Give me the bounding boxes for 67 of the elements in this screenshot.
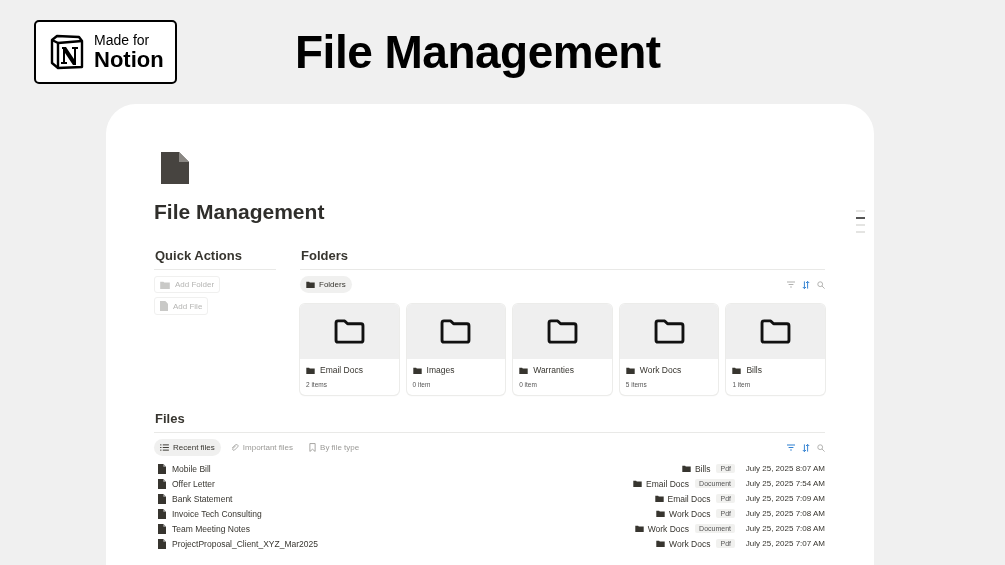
section-heading: Folders xyxy=(300,248,825,270)
folder-icon xyxy=(732,366,742,374)
sort-icon[interactable] xyxy=(802,280,810,289)
filter-icon[interactable] xyxy=(787,444,795,451)
folder-icon xyxy=(306,281,315,288)
document-icon xyxy=(158,508,166,519)
folder-link[interactable]: Email Docs xyxy=(646,478,690,489)
date-text: July 25, 2025 7:09 AM xyxy=(744,494,825,503)
folder-link[interactable]: Work Docs xyxy=(647,523,690,534)
folder-icon xyxy=(547,319,578,344)
badge-brand: Notion xyxy=(94,47,164,71)
folder-icon xyxy=(160,280,170,289)
folder-icon xyxy=(412,366,422,374)
file-name[interactable]: Bank Statement xyxy=(172,493,649,504)
folder-icon xyxy=(440,319,472,344)
document-icon xyxy=(158,493,166,504)
folder-icon xyxy=(634,525,644,532)
folder-icon xyxy=(633,480,643,487)
folder-icon xyxy=(625,366,635,374)
file-name[interactable]: Team Meeting Notes xyxy=(172,523,629,534)
document-icon xyxy=(158,538,166,549)
folder-icon xyxy=(681,465,691,472)
date-text: July 25, 2025 7:08 AM xyxy=(744,509,825,518)
document-icon xyxy=(158,463,166,474)
file-name[interactable]: ProjectProposal_Client_XYZ_Mar2025 xyxy=(172,538,651,549)
sort-icon[interactable] xyxy=(802,443,810,452)
section-heading: Quick Actions xyxy=(154,248,276,270)
search-icon[interactable] xyxy=(817,280,825,289)
bookmark-icon xyxy=(309,443,317,452)
folder-link[interactable]: Email Docs xyxy=(667,493,711,504)
folder-name: Warranties xyxy=(533,365,574,375)
search-icon[interactable] xyxy=(817,443,825,452)
date-text: July 25, 2025 7:07 AM xyxy=(744,539,825,548)
folder-icon xyxy=(306,366,315,374)
folder-name: Bills xyxy=(746,365,762,375)
folder-icon xyxy=(519,366,529,374)
folder-icon xyxy=(760,319,792,344)
badge-caption: Made for xyxy=(94,33,151,48)
folder-link[interactable]: Bills xyxy=(694,463,711,474)
section-heading: Files xyxy=(154,411,825,433)
file-name[interactable]: Mobile Bill xyxy=(172,463,676,474)
document-icon xyxy=(160,301,168,311)
date-text: July 25, 2025 7:08 AM xyxy=(744,524,825,533)
folder-icon xyxy=(656,540,666,547)
view-tab[interactable]: Recent files xyxy=(154,439,221,456)
date-text: July 25, 2025 7:54 AM xyxy=(744,479,825,488)
date-text: July 25, 2025 8:07 AM xyxy=(744,464,825,473)
folder-name: Work Docs xyxy=(639,365,682,375)
page-title: File Management xyxy=(154,200,326,224)
notion-logo-icon xyxy=(49,34,85,70)
folder-icon xyxy=(653,319,685,344)
headline: File Management xyxy=(295,25,661,79)
folder-name: Email Docs xyxy=(320,365,363,375)
file-name[interactable]: Offer Letter xyxy=(172,478,628,489)
folder-link[interactable]: Work Docs xyxy=(669,538,711,549)
folder-link[interactable]: Work Docs xyxy=(669,508,711,519)
folder-name: Images xyxy=(426,365,455,375)
document-icon xyxy=(161,152,189,184)
outline-marker[interactable] xyxy=(856,217,865,219)
file-name[interactable]: Invoice Tech Consulting xyxy=(172,508,651,519)
document-icon xyxy=(158,478,166,489)
document-icon xyxy=(158,523,166,534)
view-tab[interactable]: Folders xyxy=(300,276,352,293)
folder-icon xyxy=(333,319,365,344)
list-icon xyxy=(160,444,169,451)
filter-icon[interactable] xyxy=(787,281,795,288)
paperclip-icon xyxy=(230,443,239,452)
